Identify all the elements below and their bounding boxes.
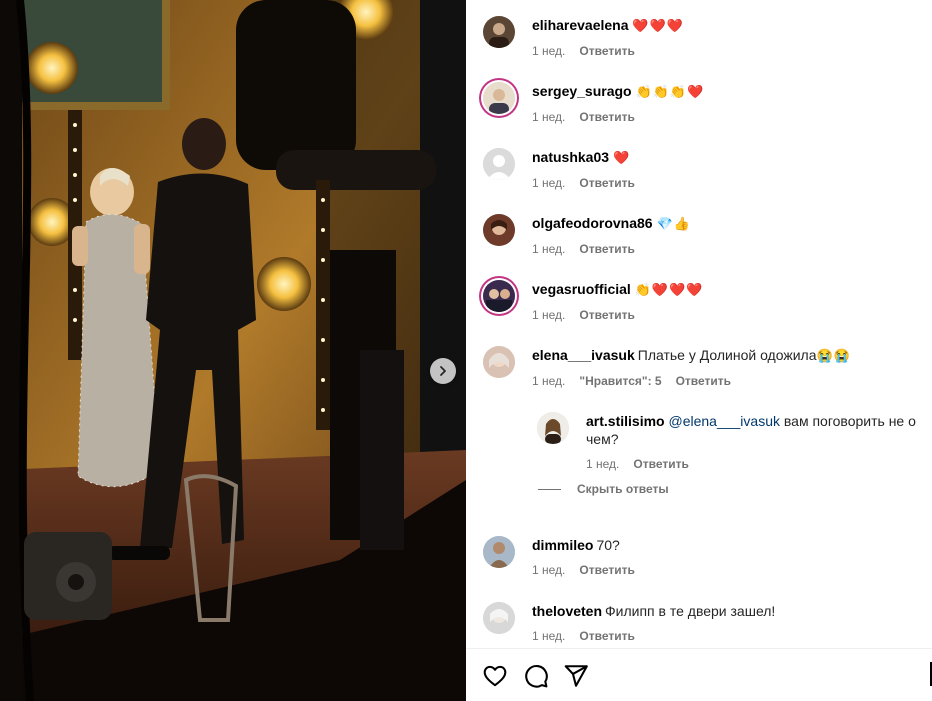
reply-time[interactable]: 1 нед.: [586, 456, 619, 472]
post-media[interactable]: [0, 0, 466, 701]
comments-panel: eliharevaelena ❤️❤️❤️ 1 нед. Ответить se…: [466, 0, 932, 701]
comment-time[interactable]: 1 нед.: [532, 175, 565, 191]
reply-item: art.stilisimo @elena___ivasuk вам погово…: [537, 412, 917, 472]
default-avatar-icon: [483, 148, 515, 180]
avatar[interactable]: [483, 346, 515, 378]
comment-emoji: 💎👍: [656, 216, 691, 231]
comment-item: natushka03 ❤️ 1 нед. Ответить: [483, 148, 923, 208]
comment-text: Платье у Долиной одожила: [637, 347, 817, 363]
comment-time[interactable]: 1 нед.: [532, 43, 565, 59]
avatar[interactable]: [483, 148, 515, 180]
comment-emoji: ❤️: [612, 150, 631, 165]
comment-item: eliharevaelena ❤️❤️❤️ 1 нед. Ответить: [483, 16, 923, 76]
avatar[interactable]: [537, 412, 569, 444]
comment-time[interactable]: 1 нед.: [532, 307, 565, 323]
reply-button[interactable]: Ответить: [579, 307, 634, 323]
comment-username[interactable]: natushka03: [532, 149, 609, 165]
comment-username[interactable]: theloveten: [532, 603, 602, 619]
comment-item: vegasruofficial 👏❤️❤️❤️ 1 нед. Ответить: [483, 280, 923, 340]
comment-text: 70?: [596, 537, 620, 553]
comment-emoji: 👏❤️❤️❤️: [634, 282, 704, 297]
like-button[interactable]: [482, 663, 508, 689]
comment-time[interactable]: 1 нед.: [532, 241, 565, 257]
reply-button[interactable]: Ответить: [579, 175, 634, 191]
reply-button[interactable]: Ответить: [579, 109, 634, 125]
send-icon: [564, 665, 588, 687]
reply-button[interactable]: Ответить: [579, 562, 634, 578]
reply-text-line1: вам поговорить не о: [783, 413, 916, 429]
reply-button[interactable]: Ответить: [633, 456, 688, 472]
comment-time[interactable]: 1 нед.: [532, 109, 565, 125]
comment-username[interactable]: dimmileo: [532, 537, 593, 553]
share-button[interactable]: [563, 663, 589, 689]
comment-time[interactable]: 1 нед.: [532, 373, 565, 389]
comment-time[interactable]: 1 нед.: [532, 562, 565, 578]
chevron-right-icon: [440, 366, 446, 376]
avatar[interactable]: [483, 82, 515, 114]
avatar[interactable]: [483, 16, 515, 48]
reply-text-line2: чем?: [586, 431, 619, 447]
post-photo: [0, 0, 466, 701]
comment-username[interactable]: eliharevaelena: [532, 17, 629, 33]
reply-button[interactable]: Ответить: [579, 241, 634, 257]
reply-button[interactable]: Ответить: [676, 373, 731, 389]
comment-username[interactable]: sergey_surago: [532, 83, 632, 99]
heart-icon: [483, 665, 507, 687]
next-photo-button[interactable]: [430, 358, 456, 384]
likes-count[interactable]: "Нравится": 5: [579, 373, 661, 389]
avatar[interactable]: [483, 214, 515, 246]
comment-item: elena___ivasuk Платье у Долиной одожила😭😭…: [483, 346, 923, 406]
comment-item: sergey_surago 👏👏👏❤️ 1 нед. Ответить: [483, 82, 923, 142]
reply-button[interactable]: Ответить: [579, 628, 634, 644]
comment-username[interactable]: olgafeodorovna86: [532, 215, 653, 231]
comment-username[interactable]: elena___ivasuk: [532, 347, 635, 363]
comment-text: Филипп в те двери зашел!: [605, 603, 776, 619]
comment-item: dimmileo 70? 1 нед. Ответить: [483, 536, 923, 596]
comment-item: olgafeodorovna86 💎👍 1 нед. Ответить: [483, 214, 923, 274]
post-viewer: eliharevaelena ❤️❤️❤️ 1 нед. Ответить se…: [0, 0, 932, 701]
comment-icon: [525, 665, 548, 688]
reply-button[interactable]: Ответить: [579, 43, 634, 59]
avatar[interactable]: [483, 602, 515, 634]
comment-time[interactable]: 1 нед.: [532, 628, 565, 644]
avatar[interactable]: [483, 280, 515, 312]
avatar[interactable]: [483, 536, 515, 568]
comment-emoji: ❤️❤️❤️: [632, 18, 684, 33]
comments-list[interactable]: eliharevaelena ❤️❤️❤️ 1 нед. Ответить se…: [466, 0, 932, 648]
comment-emoji: 👏👏👏❤️: [635, 84, 705, 99]
reply-username[interactable]: art.stilisimo: [586, 413, 665, 429]
hide-replies-label: Скрыть ответы: [577, 482, 669, 496]
comment-username[interactable]: vegasruofficial: [532, 281, 631, 297]
divider-line: [538, 488, 561, 490]
comment-button[interactable]: [523, 663, 549, 689]
reply-mention[interactable]: @elena___ivasuk: [668, 413, 780, 429]
action-bar: [466, 648, 932, 701]
hide-replies-button[interactable]: Скрыть ответы: [538, 482, 669, 496]
comment-item: theloveten Филипп в те двери зашел! 1 нед…: [483, 602, 923, 648]
comment-emoji: 😭😭: [816, 348, 851, 363]
